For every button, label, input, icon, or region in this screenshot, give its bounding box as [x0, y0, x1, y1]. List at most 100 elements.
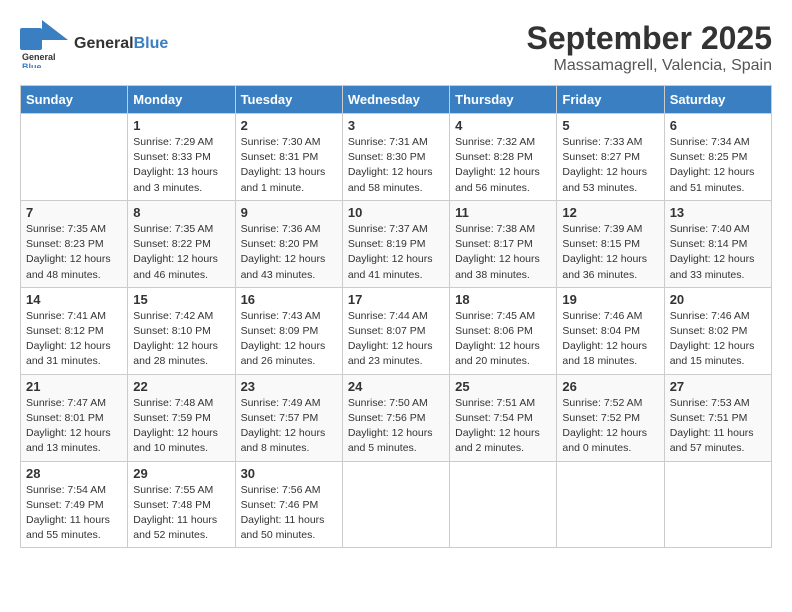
calendar-cell: 26 Sunrise: 7:52 AMSunset: 7:52 PMDayligh…: [557, 374, 664, 461]
column-header-monday: Monday: [128, 86, 235, 114]
calendar-cell: 18Sunrise: 7:45 AMSunset: 8:06 PMDayligh…: [450, 287, 557, 374]
calendar-header-row: SundayMondayTuesdayWednesdayThursdayFrid…: [21, 86, 772, 114]
day-number: 25: [455, 379, 551, 394]
logo-general: General: [74, 35, 134, 52]
calendar-week-row: 21Sunrise: 7:47 AMSunset: 8:01 PMDayligh…: [21, 374, 772, 461]
day-number: 22: [133, 379, 229, 394]
day-info: Sunrise: 7:51 AMSunset: 7:54 PMDaylight:…: [455, 396, 551, 457]
day-number: 14: [26, 292, 122, 307]
day-number: 23: [241, 379, 337, 394]
page-title: September 2025: [527, 20, 772, 57]
day-info: Sunrise: 7:53 AMSunset: 7:51 PMDaylight:…: [670, 396, 766, 457]
calendar-week-row: 1Sunrise: 7:29 AMSunset: 8:33 PMDaylight…: [21, 114, 772, 201]
calendar-cell: 30 Sunrise: 7:56 AMSunset: 7:46 PMDayligh…: [235, 461, 342, 548]
calendar-cell: 2Sunrise: 7:30 AMSunset: 8:31 PMDaylight…: [235, 114, 342, 201]
calendar-week-row: 14 Sunrise: 7:41 AMSunset: 8:12 PMDayligh…: [21, 287, 772, 374]
day-info: Sunrise: 7:32 AMSunset: 8:28 PMDaylight:…: [455, 135, 551, 196]
calendar-week-row: 28 Sunrise: 7:54 AMSunset: 7:49 PMDayligh…: [21, 461, 772, 548]
calendar-cell: 12 Sunrise: 7:39 AMSunset: 8:15 PMDayligh…: [557, 200, 664, 287]
day-number: 17: [348, 292, 444, 307]
day-number: 26: [562, 379, 658, 394]
column-header-wednesday: Wednesday: [342, 86, 449, 114]
day-number: 1: [133, 118, 229, 133]
day-number: 10: [348, 205, 444, 220]
svg-text:Blue: Blue: [22, 62, 42, 68]
calendar-cell: 25 Sunrise: 7:51 AMSunset: 7:54 PMDayligh…: [450, 374, 557, 461]
logo-blue: Blue: [134, 35, 169, 52]
day-number: 9: [241, 205, 337, 220]
day-info: Sunrise: 7:35 AMSunset: 8:23 PMDaylight:…: [26, 222, 122, 283]
calendar-cell: 21Sunrise: 7:47 AMSunset: 8:01 PMDayligh…: [21, 374, 128, 461]
calendar-cell: 5Sunrise: 7:33 AMSunset: 8:27 PMDaylight…: [557, 114, 664, 201]
day-info: Sunrise: 7:40 AMSunset: 8:14 PMDaylight:…: [670, 222, 766, 283]
day-info: Sunrise: 7:44 AMSunset: 8:07 PMDaylight:…: [348, 309, 444, 370]
calendar-cell: 14 Sunrise: 7:41 AMSunset: 8:12 PMDayligh…: [21, 287, 128, 374]
day-info: Sunrise: 7:43 AMSunset: 8:09 PMDaylight:…: [241, 309, 337, 370]
page-subtitle: Massamagrell, Valencia, Spain: [527, 57, 772, 75]
day-info: Sunrise: 7:39 AMSunset: 8:15 PMDaylight:…: [562, 222, 658, 283]
calendar-cell: 10 Sunrise: 7:37 AMSunset: 8:19 PMDayligh…: [342, 200, 449, 287]
day-info: Sunrise: 7:41 AMSunset: 8:12 PMDaylight:…: [26, 309, 122, 370]
day-info: Sunrise: 7:54 AMSunset: 7:49 PMDaylight:…: [26, 483, 122, 544]
calendar-cell: 7Sunrise: 7:35 AMSunset: 8:23 PMDaylight…: [21, 200, 128, 287]
day-number: 30: [241, 466, 337, 481]
day-info: Sunrise: 7:45 AMSunset: 8:06 PMDaylight:…: [455, 309, 551, 370]
calendar-cell: 23 Sunrise: 7:49 AMSunset: 7:57 PMDayligh…: [235, 374, 342, 461]
svg-text:General: General: [22, 52, 56, 62]
calendar-cell: 28 Sunrise: 7:54 AMSunset: 7:49 PMDayligh…: [21, 461, 128, 548]
day-info: Sunrise: 7:49 AMSunset: 7:57 PMDaylight:…: [241, 396, 337, 457]
day-number: 24: [348, 379, 444, 394]
day-number: 29: [133, 466, 229, 481]
day-info: Sunrise: 7:37 AMSunset: 8:19 PMDaylight:…: [348, 222, 444, 283]
day-info: Sunrise: 7:36 AMSunset: 8:20 PMDaylight:…: [241, 222, 337, 283]
day-info: Sunrise: 7:46 AMSunset: 8:02 PMDaylight:…: [670, 309, 766, 370]
day-info: Sunrise: 7:52 AMSunset: 7:52 PMDaylight:…: [562, 396, 658, 457]
day-info: Sunrise: 7:33 AMSunset: 8:27 PMDaylight:…: [562, 135, 658, 196]
day-number: 20: [670, 292, 766, 307]
calendar-cell: 24 Sunrise: 7:50 AMSunset: 7:56 PMDayligh…: [342, 374, 449, 461]
calendar-cell: 17 Sunrise: 7:44 AMSunset: 8:07 PMDayligh…: [342, 287, 449, 374]
logo-icon: General Blue: [20, 20, 68, 68]
calendar-cell: 4 Sunrise: 7:32 AMSunset: 8:28 PMDaylight…: [450, 114, 557, 201]
day-info: Sunrise: 7:56 AMSunset: 7:46 PMDaylight:…: [241, 483, 337, 544]
calendar-cell: 16 Sunrise: 7:43 AMSunset: 8:09 PMDayligh…: [235, 287, 342, 374]
day-info: Sunrise: 7:42 AMSunset: 8:10 PMDaylight:…: [133, 309, 229, 370]
day-info: Sunrise: 7:38 AMSunset: 8:17 PMDaylight:…: [455, 222, 551, 283]
column-header-thursday: Thursday: [450, 86, 557, 114]
calendar-cell: 29 Sunrise: 7:55 AMSunset: 7:48 PMDayligh…: [128, 461, 235, 548]
column-header-saturday: Saturday: [664, 86, 771, 114]
day-number: 27: [670, 379, 766, 394]
day-info: Sunrise: 7:55 AMSunset: 7:48 PMDaylight:…: [133, 483, 229, 544]
title-block: September 2025 Massamagrell, Valencia, S…: [527, 20, 772, 75]
day-info: Sunrise: 7:46 AMSunset: 8:04 PMDaylight:…: [562, 309, 658, 370]
calendar-week-row: 7Sunrise: 7:35 AMSunset: 8:23 PMDaylight…: [21, 200, 772, 287]
calendar-cell: [450, 461, 557, 548]
column-header-tuesday: Tuesday: [235, 86, 342, 114]
day-info: Sunrise: 7:50 AMSunset: 7:56 PMDaylight:…: [348, 396, 444, 457]
column-header-sunday: Sunday: [21, 86, 128, 114]
calendar-cell: 3Sunrise: 7:31 AMSunset: 8:30 PMDaylight…: [342, 114, 449, 201]
day-number: 28: [26, 466, 122, 481]
day-info: Sunrise: 7:34 AMSunset: 8:25 PMDaylight:…: [670, 135, 766, 196]
day-number: 16: [241, 292, 337, 307]
day-number: 12: [562, 205, 658, 220]
day-number: 15: [133, 292, 229, 307]
calendar-cell: [342, 461, 449, 548]
calendar-cell: 8Sunrise: 7:35 AMSunset: 8:22 PMDaylight…: [128, 200, 235, 287]
calendar-cell: [21, 114, 128, 201]
calendar-table: SundayMondayTuesdayWednesdayThursdayFrid…: [20, 85, 772, 548]
calendar-cell: 6Sunrise: 7:34 AMSunset: 8:25 PMDaylight…: [664, 114, 771, 201]
calendar-cell: 13Sunrise: 7:40 AMSunset: 8:14 PMDayligh…: [664, 200, 771, 287]
day-number: 3: [348, 118, 444, 133]
column-header-friday: Friday: [557, 86, 664, 114]
calendar-cell: 20 Sunrise: 7:46 AMSunset: 8:02 PMDayligh…: [664, 287, 771, 374]
day-number: 4: [455, 118, 551, 133]
day-number: 11: [455, 205, 551, 220]
calendar-cell: 11 Sunrise: 7:38 AMSunset: 8:17 PMDayligh…: [450, 200, 557, 287]
logo: General Blue GeneralBlue: [20, 20, 168, 68]
day-number: 21: [26, 379, 122, 394]
day-info: Sunrise: 7:35 AMSunset: 8:22 PMDaylight:…: [133, 222, 229, 283]
calendar-cell: 27 Sunrise: 7:53 AMSunset: 7:51 PMDayligh…: [664, 374, 771, 461]
calendar-cell: 22Sunrise: 7:48 AMSunset: 7:59 PMDayligh…: [128, 374, 235, 461]
day-number: 2: [241, 118, 337, 133]
